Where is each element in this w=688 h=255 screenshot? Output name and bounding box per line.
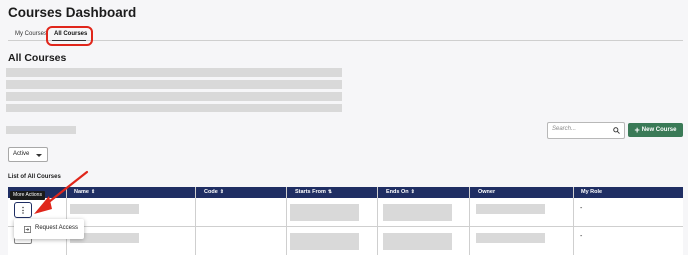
annotation-arrow	[34, 170, 89, 214]
